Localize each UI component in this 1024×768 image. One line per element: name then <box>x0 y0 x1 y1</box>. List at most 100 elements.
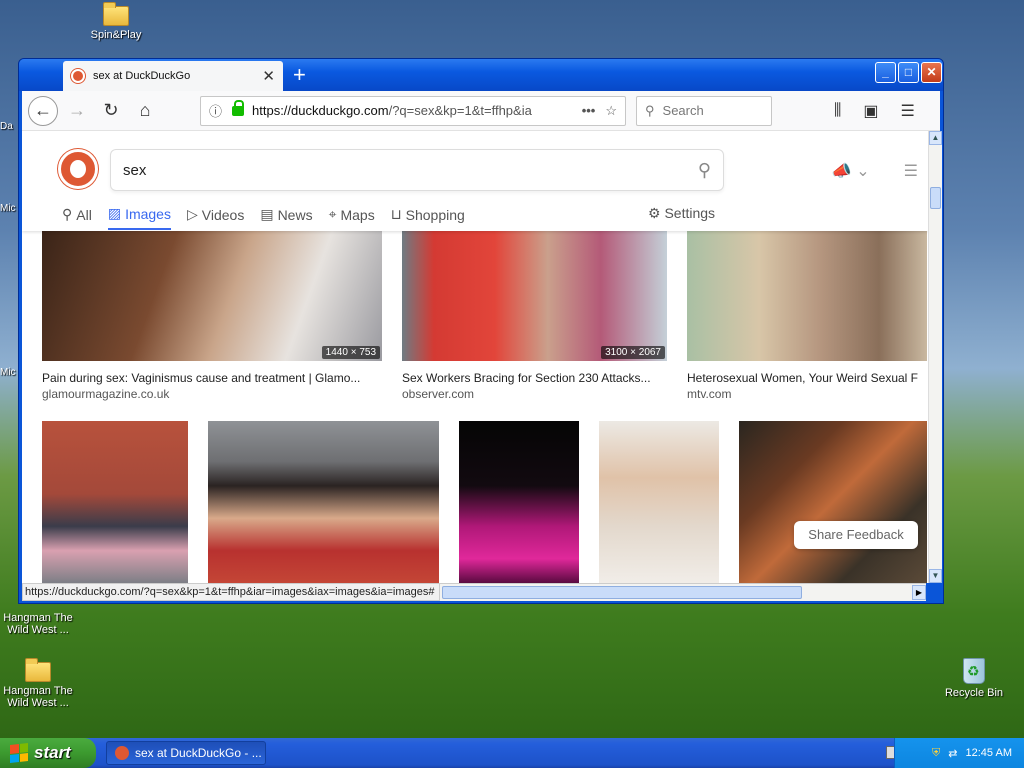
desktop-icon-label: Hangman The Wild West ... <box>3 612 73 636</box>
map-pin-icon: ⌖ <box>328 206 337 222</box>
result-caption[interactable]: Heterosexual Women, Your Weird Sexual F … <box>687 371 927 401</box>
page-content: sex ⚲ 📣 ⌄ ☰ ⚲ All ▨ Images ▷ Videos ▤ News ⌖… <box>22 131 928 583</box>
maximize-button[interactable]: □ <box>898 62 919 83</box>
title-bar[interactable]: sex at DuckDuckGo ✕ + _ □ ✕ <box>19 59 943 91</box>
desktop-edge-label: Da <box>0 121 13 132</box>
search-icon[interactable]: ⚲ <box>698 160 711 181</box>
tab-maps[interactable]: ⌖ Maps <box>329 205 375 230</box>
tab-news[interactable]: ▤ News <box>260 205 312 230</box>
desktop-icon-hangman-1[interactable]: Hangman The Wild West ... <box>0 612 78 636</box>
desktop-edge-label: Mic <box>0 203 16 214</box>
recycle-bin-icon <box>963 658 985 684</box>
ddg-header: sex ⚲ 📣 ⌄ ☰ ⚲ All ▨ Images ▷ Videos ▤ News ⌖… <box>22 131 928 231</box>
folder-icon <box>25 658 51 682</box>
tab-images[interactable]: ▨ Images <box>107 205 171 230</box>
result-caption[interactable]: Pain during sex: Vaginismus cause and tr… <box>42 371 382 401</box>
library-icon[interactable]: ⫼ <box>834 102 841 120</box>
newspaper-icon: ▤ <box>260 206 274 222</box>
vertical-scrollbar[interactable]: ▲ ▼ <box>928 131 942 583</box>
desktop-icon-hangman-2[interactable]: Hangman The Wild West ... <box>0 658 78 709</box>
hamburger-menu-icon[interactable]: ☰ <box>904 161 918 181</box>
new-tab-icon[interactable]: + <box>293 63 306 87</box>
image-result-1[interactable]: 1440 × 753 <box>42 231 382 361</box>
image-result-6[interactable] <box>459 421 579 583</box>
menu-icon[interactable]: ☰ <box>901 101 915 121</box>
back-arrow-icon[interactable]: ← <box>28 95 58 126</box>
bag-icon: ⊔ <box>390 206 402 222</box>
tab-title: sex at DuckDuckGo <box>93 70 191 82</box>
share-feedback-button[interactable]: Share Feedback <box>794 521 918 549</box>
tab-videos[interactable]: ▷ Videos <box>187 205 244 230</box>
browser-tab[interactable]: sex at DuckDuckGo ✕ <box>63 61 283 91</box>
result-title: Heterosexual Women, Your Weird Sexual F <box>687 371 919 385</box>
home-icon[interactable]: ⌂ <box>130 96 160 126</box>
shield-icon[interactable]: ⛨ <box>932 747 940 760</box>
sliders-icon: ⚙ <box>648 205 665 221</box>
status-bar: https://duckduckgo.com/?q=sex&kp=1&t=ffh… <box>22 583 440 601</box>
horizontal-scrollbar[interactable]: ▶ <box>440 583 926 601</box>
settings-link[interactable]: ⚙ Settings <box>648 205 715 222</box>
network-icon[interactable]: ⇄ <box>948 747 957 760</box>
ddg-search-input[interactable]: sex ⚲ <box>110 149 724 191</box>
image-result-8[interactable] <box>739 421 927 583</box>
scroll-down-icon[interactable]: ▼ <box>929 569 942 583</box>
info-icon[interactable]: ⓘ <box>209 101 222 120</box>
scrollbar-thumb[interactable] <box>930 187 941 209</box>
scrollbar-thumb[interactable] <box>442 586 802 599</box>
image-dimensions: 1440 × 753 <box>321 346 380 359</box>
close-window-button[interactable]: ✕ <box>921 62 942 83</box>
result-domain: observer.com <box>402 387 475 401</box>
minimize-button[interactable]: _ <box>875 62 896 83</box>
tab-shopping[interactable]: ⊔ Shopping <box>391 205 465 230</box>
search-tabs: ⚲ All ▨ Images ▷ Videos ▤ News ⌖ Maps ⊔ Shoppi… <box>62 205 465 230</box>
image-result-4[interactable] <box>42 421 188 583</box>
bookmark-star-icon[interactable]: ☆ <box>605 103 617 119</box>
search-icon: ⚲ <box>645 102 655 118</box>
image-dimensions: 3100 × 2067 <box>601 346 665 359</box>
duckduckgo-logo-icon[interactable] <box>58 149 98 189</box>
search-icon: ⚲ <box>62 206 73 222</box>
image-icon: ▨ <box>107 205 122 221</box>
scroll-right-icon[interactable]: ▶ <box>912 585 926 600</box>
page-actions-icon[interactable]: ••• <box>582 103 596 118</box>
forward-arrow-icon[interactable]: → <box>62 96 92 126</box>
desktop-icon-spinplay[interactable]: Spin&Play <box>76 2 156 41</box>
image-result-3[interactable] <box>687 231 927 361</box>
result-title: Sex Workers Bracing for Section 230 Atta… <box>402 371 651 385</box>
windows-logo-icon <box>10 743 28 763</box>
search-placeholder: Search <box>662 103 704 118</box>
system-tray: ⛨ ⇄ 12:45 AM <box>894 738 1024 768</box>
url-bar[interactable]: ⓘ https://duckduckgo.com/?q=sex&kp=1&t=f… <box>200 95 626 126</box>
taskbar: start sex at DuckDuckGo - ... ⛨ ⇄ 12:45 … <box>0 738 1024 768</box>
url-text[interactable]: https://duckduckgo.com/?q=sex&kp=1&t=ffh… <box>252 103 572 118</box>
navigation-toolbar: ← → ↻ ⌂ ⓘ https://duckduckgo.com/?q=sex&… <box>22 91 940 131</box>
start-button[interactable]: start <box>0 738 96 768</box>
result-domain: mtv.com <box>687 387 732 401</box>
taskbar-item-label: sex at DuckDuckGo - ... <box>135 746 262 760</box>
lock-icon <box>232 99 245 116</box>
megaphone-icon[interactable]: 📣 ⌄ <box>832 161 870 181</box>
taskbar-item-browser[interactable]: sex at DuckDuckGo - ... <box>106 741 266 765</box>
result-caption[interactable]: Sex Workers Bracing for Section 230 Atta… <box>402 371 670 401</box>
folder-icon <box>103 2 129 26</box>
image-result-2[interactable]: 3100 × 2067 <box>402 231 667 361</box>
desktop-icon-recycle-bin[interactable]: Recycle Bin <box>934 658 1014 699</box>
tab-all[interactable]: ⚲ All <box>62 205 92 230</box>
play-icon: ▷ <box>186 206 198 222</box>
sidebar-icon[interactable]: ▣ <box>863 101 878 121</box>
header-actions: 📣 ⌄ ☰ <box>832 161 918 181</box>
close-tab-icon[interactable]: ✕ <box>262 67 275 85</box>
reload-icon[interactable]: ↻ <box>96 96 126 126</box>
scroll-up-icon[interactable]: ▲ <box>929 131 942 145</box>
start-label: start <box>34 743 71 762</box>
clock[interactable]: 12:45 AM <box>966 747 1012 759</box>
desktop-icon-label: Spin&Play <box>90 29 142 41</box>
duckduckgo-favicon-icon <box>115 746 129 760</box>
browser-window: sex at DuckDuckGo ✕ + _ □ ✕ ← → ↻ ⌂ ⓘ ht… <box>18 58 944 604</box>
image-result-7[interactable] <box>599 421 719 583</box>
desktop-edge-label: Mic <box>0 367 16 378</box>
image-result-5[interactable] <box>208 421 439 583</box>
search-input[interactable]: ⚲ Search <box>636 95 772 126</box>
desktop-icon-label: Recycle Bin <box>944 687 1004 699</box>
result-title: Pain during sex: Vaginismus cause and tr… <box>42 371 361 385</box>
